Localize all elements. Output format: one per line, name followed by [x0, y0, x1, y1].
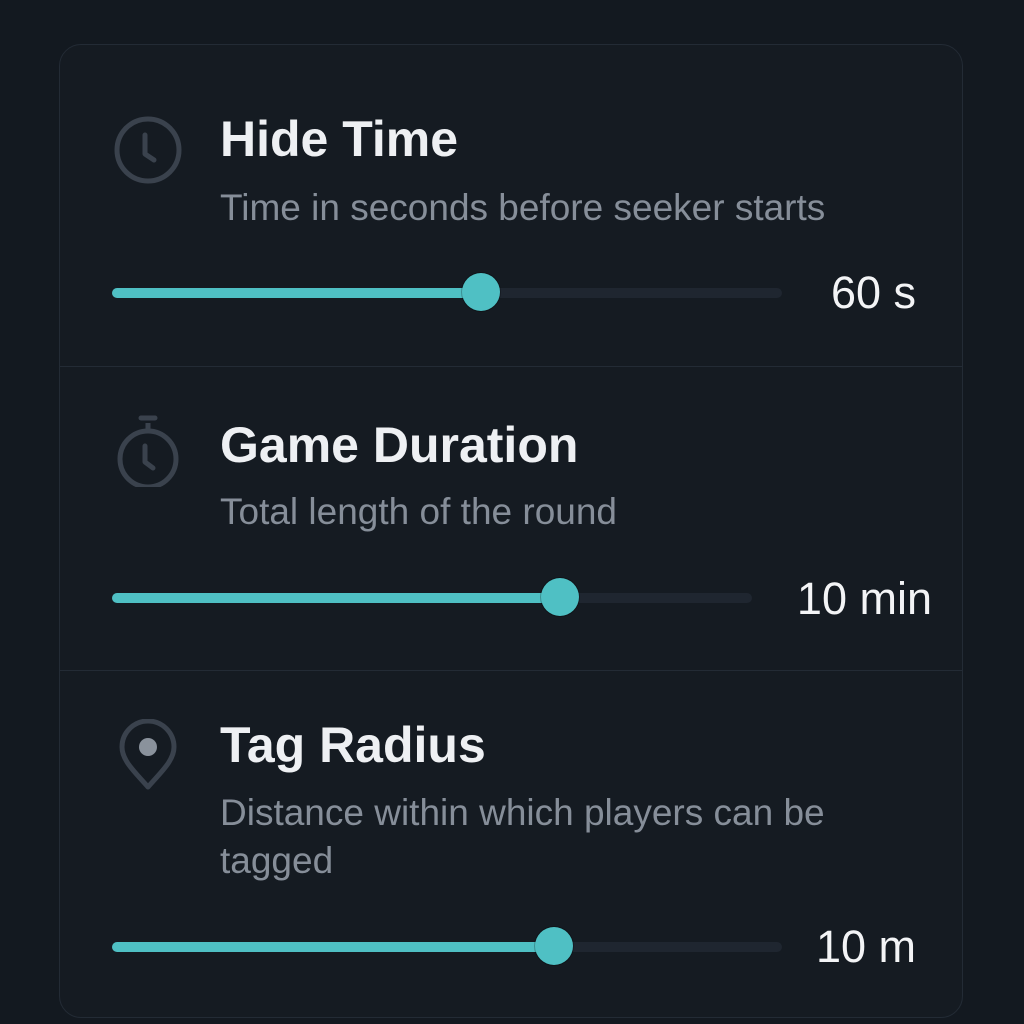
stopwatch-icon	[117, 415, 179, 487]
tag-radius-setting: Tag Radius Distance within which players…	[60, 671, 962, 1017]
setting-description: Time in seconds before seeker starts	[220, 187, 826, 228]
slider-thumb[interactable]	[535, 927, 574, 965]
location-pin-icon	[119, 719, 177, 790]
setting-value: 60 s	[830, 267, 916, 318]
tag-radius-slider[interactable]	[112, 927, 782, 967]
clock-icon	[114, 116, 182, 184]
setting-value: 10 m	[815, 921, 916, 972]
slider-fill	[112, 593, 560, 603]
game-duration-setting: Game Duration Total length of the round …	[60, 367, 962, 670]
game-duration-slider[interactable]	[112, 578, 752, 618]
slider-fill	[112, 942, 555, 952]
hide-time-slider[interactable]	[112, 273, 782, 313]
slider-fill	[112, 288, 481, 298]
setting-title: Tag Radius	[220, 717, 486, 773]
setting-title: Game Duration	[220, 417, 579, 473]
game-settings-card: Hide Time Time in seconds before seeker …	[59, 44, 963, 1018]
slider-thumb[interactable]	[541, 578, 579, 616]
slider-thumb[interactable]	[461, 273, 500, 311]
hide-time-setting: Hide Time Time in seconds before seeker …	[60, 45, 962, 366]
setting-value: 10 min	[796, 573, 932, 624]
setting-description: Distance within which players can be tag…	[220, 792, 825, 881]
setting-description: Total length of the round	[220, 491, 618, 532]
setting-title: Hide Time	[220, 111, 459, 167]
